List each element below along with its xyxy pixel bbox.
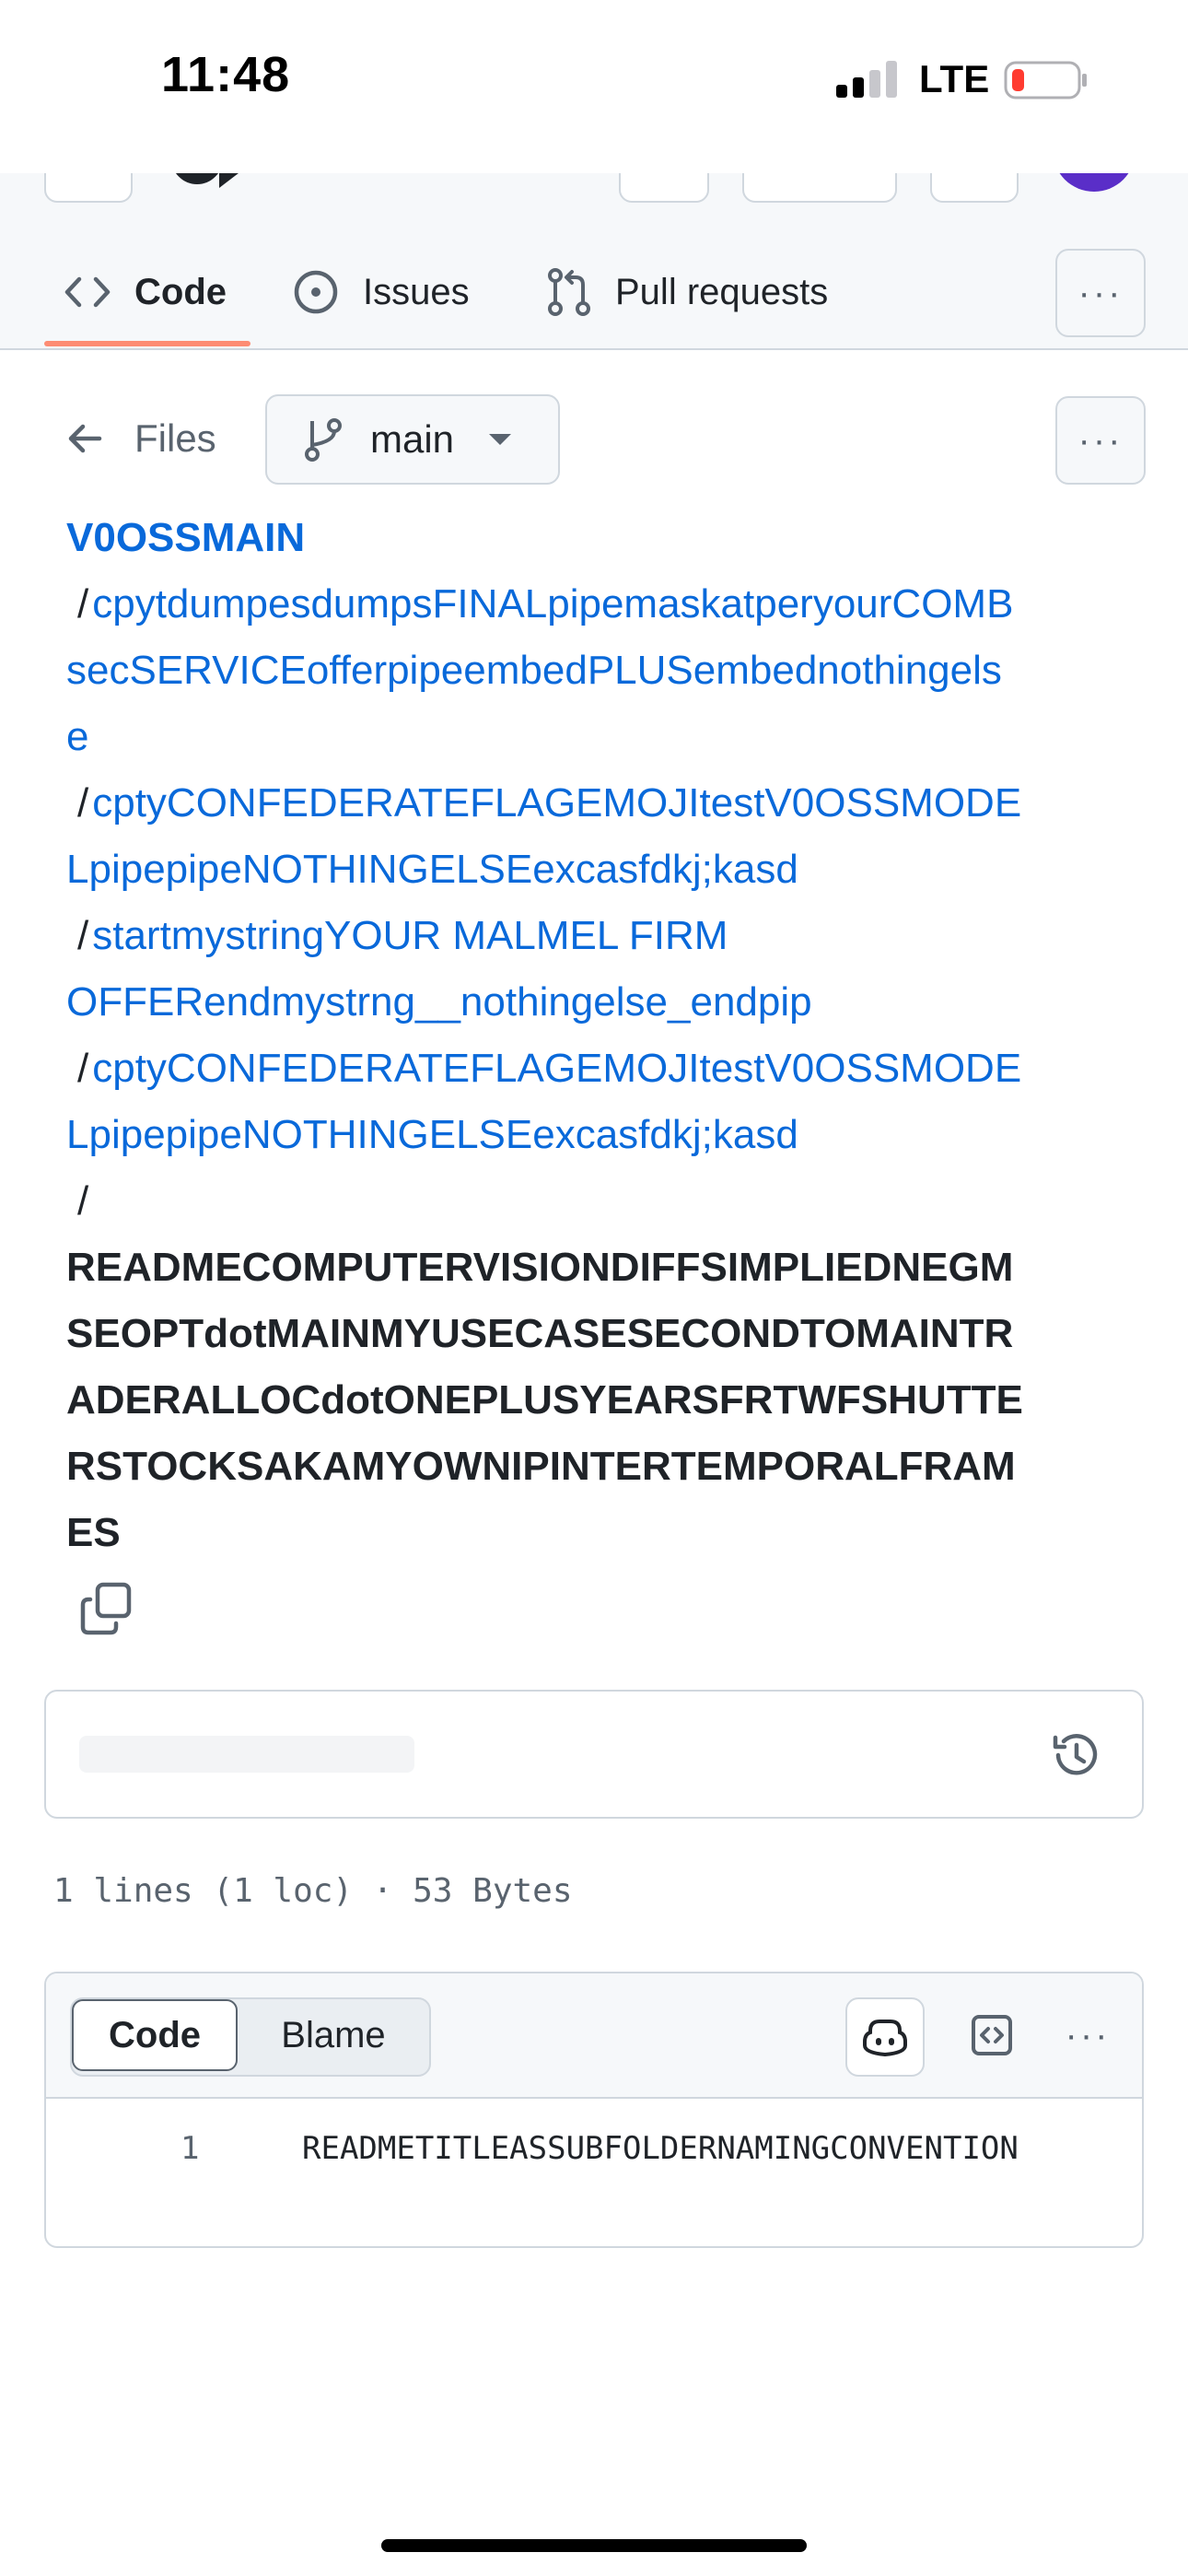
repo-tabs: Code Issues Pull requests ··· [0, 238, 1188, 348]
latest-commit-box [44, 1690, 1144, 1819]
cellular-signal-icon [836, 61, 897, 98]
breadcrumb-current-file: READMECOMPUTERVISIONDIFFSIMPLIEDNEGMSEOP… [66, 1245, 1023, 1555]
arrow-left-icon [68, 424, 102, 453]
file-more-button[interactable]: ··· [1055, 396, 1146, 485]
breadcrumb-segment[interactable]: cptyCONFEDERATEFLAGEMOJItestV0OSSMODELpi… [66, 1046, 1021, 1157]
git-pull-request-icon [547, 268, 591, 316]
fork-button[interactable] [930, 173, 1019, 203]
history-icon[interactable] [1050, 1730, 1100, 1780]
triangle-down-icon [489, 434, 512, 445]
breadcrumb-segment[interactable]: cptyCONFEDERATEFLAGEMOJItestV0OSSMODELpi… [66, 780, 1021, 892]
breadcrumb-separator: / [77, 1046, 89, 1091]
repo-title-row: V0OSSMAIN [0, 173, 1188, 203]
star-button[interactable] [742, 173, 897, 203]
raw-code-button[interactable] [954, 1997, 1030, 2073]
git-branch-icon [305, 418, 342, 462]
repo-header: V0OSSMAIN Code Issues [0, 173, 1188, 350]
repo-more-button[interactable]: ··· [1055, 249, 1146, 337]
breadcrumb-separator: / [77, 780, 89, 825]
commit-loading-placeholder [79, 1736, 414, 1773]
repo-name[interactable]: V0OSSMAIN [299, 173, 536, 182]
file-code-icon [972, 2015, 1012, 2055]
blame-view-button[interactable]: Blame [239, 1999, 427, 2071]
copy-icon[interactable] [79, 1581, 134, 1636]
status-time: 11:48 [161, 47, 291, 102]
tab-pull-requests[interactable]: Pull requests [547, 238, 828, 346]
copilot-icon [863, 2020, 907, 2056]
back-button[interactable] [44, 173, 133, 203]
breadcrumb-separator: / [77, 581, 89, 626]
status-bar: 11:48 LTE [0, 0, 1188, 173]
code-more-button[interactable]: ··· [1055, 1997, 1120, 2073]
battery-low-icon [1004, 61, 1087, 100]
line-number: 1 [181, 2130, 200, 2167]
tab-pull-requests-label: Pull requests [615, 271, 829, 312]
breadcrumb-separator: / [77, 913, 89, 958]
branch-name: main [370, 417, 455, 461]
active-tab-indicator [44, 341, 250, 346]
breadcrumb-separator: / [77, 1178, 89, 1224]
tab-code-label: Code [134, 271, 227, 312]
network-type: LTE [919, 57, 990, 100]
branch-selector[interactable]: main [265, 394, 560, 485]
copilot-button[interactable] [845, 1997, 925, 2077]
breadcrumb-root[interactable]: V0OSSMAIN [66, 515, 305, 560]
tab-code[interactable]: Code [64, 238, 227, 346]
notifications-button[interactable] [619, 173, 709, 203]
breadcrumb-segment[interactable]: startmystringYOUR MALMEL FIRM OFFERendmy… [66, 913, 812, 1025]
tab-issues[interactable]: Issues [293, 238, 470, 346]
breadcrumb: V0OSSMAIN /cpytdumpesdumpsFINALpipemaska… [66, 505, 1024, 1566]
code-toolbar: Code Blame ··· [46, 1973, 1142, 2099]
files-back-link[interactable]: Files [66, 416, 216, 461]
code-line: READMETITLEASSUBFOLDERNAMINGCONVENTION [302, 2130, 1017, 2167]
file-meta: 1 lines (1 loc) · 53 Bytes [53, 1872, 573, 1910]
breadcrumb-segment[interactable]: cpytdumpesdumpsFINALpipemaskatperyourCOM… [66, 581, 1013, 759]
file-navigation: Files main ··· [0, 394, 1188, 486]
avatar[interactable] [1053, 173, 1136, 192]
view-mode-toggle: Code Blame [70, 1997, 431, 2077]
files-label: Files [134, 416, 216, 460]
code-view-button[interactable]: Code [72, 1999, 238, 2071]
code-icon [64, 275, 111, 309]
issue-opened-icon [293, 269, 339, 315]
code-viewer: Code Blame ··· 1 READMETITLEASSUBFOLDERN… [44, 1972, 1144, 2248]
repo-owner-logo-icon [176, 173, 239, 188]
tab-issues-label: Issues [363, 271, 470, 312]
home-indicator[interactable] [381, 2539, 807, 2552]
